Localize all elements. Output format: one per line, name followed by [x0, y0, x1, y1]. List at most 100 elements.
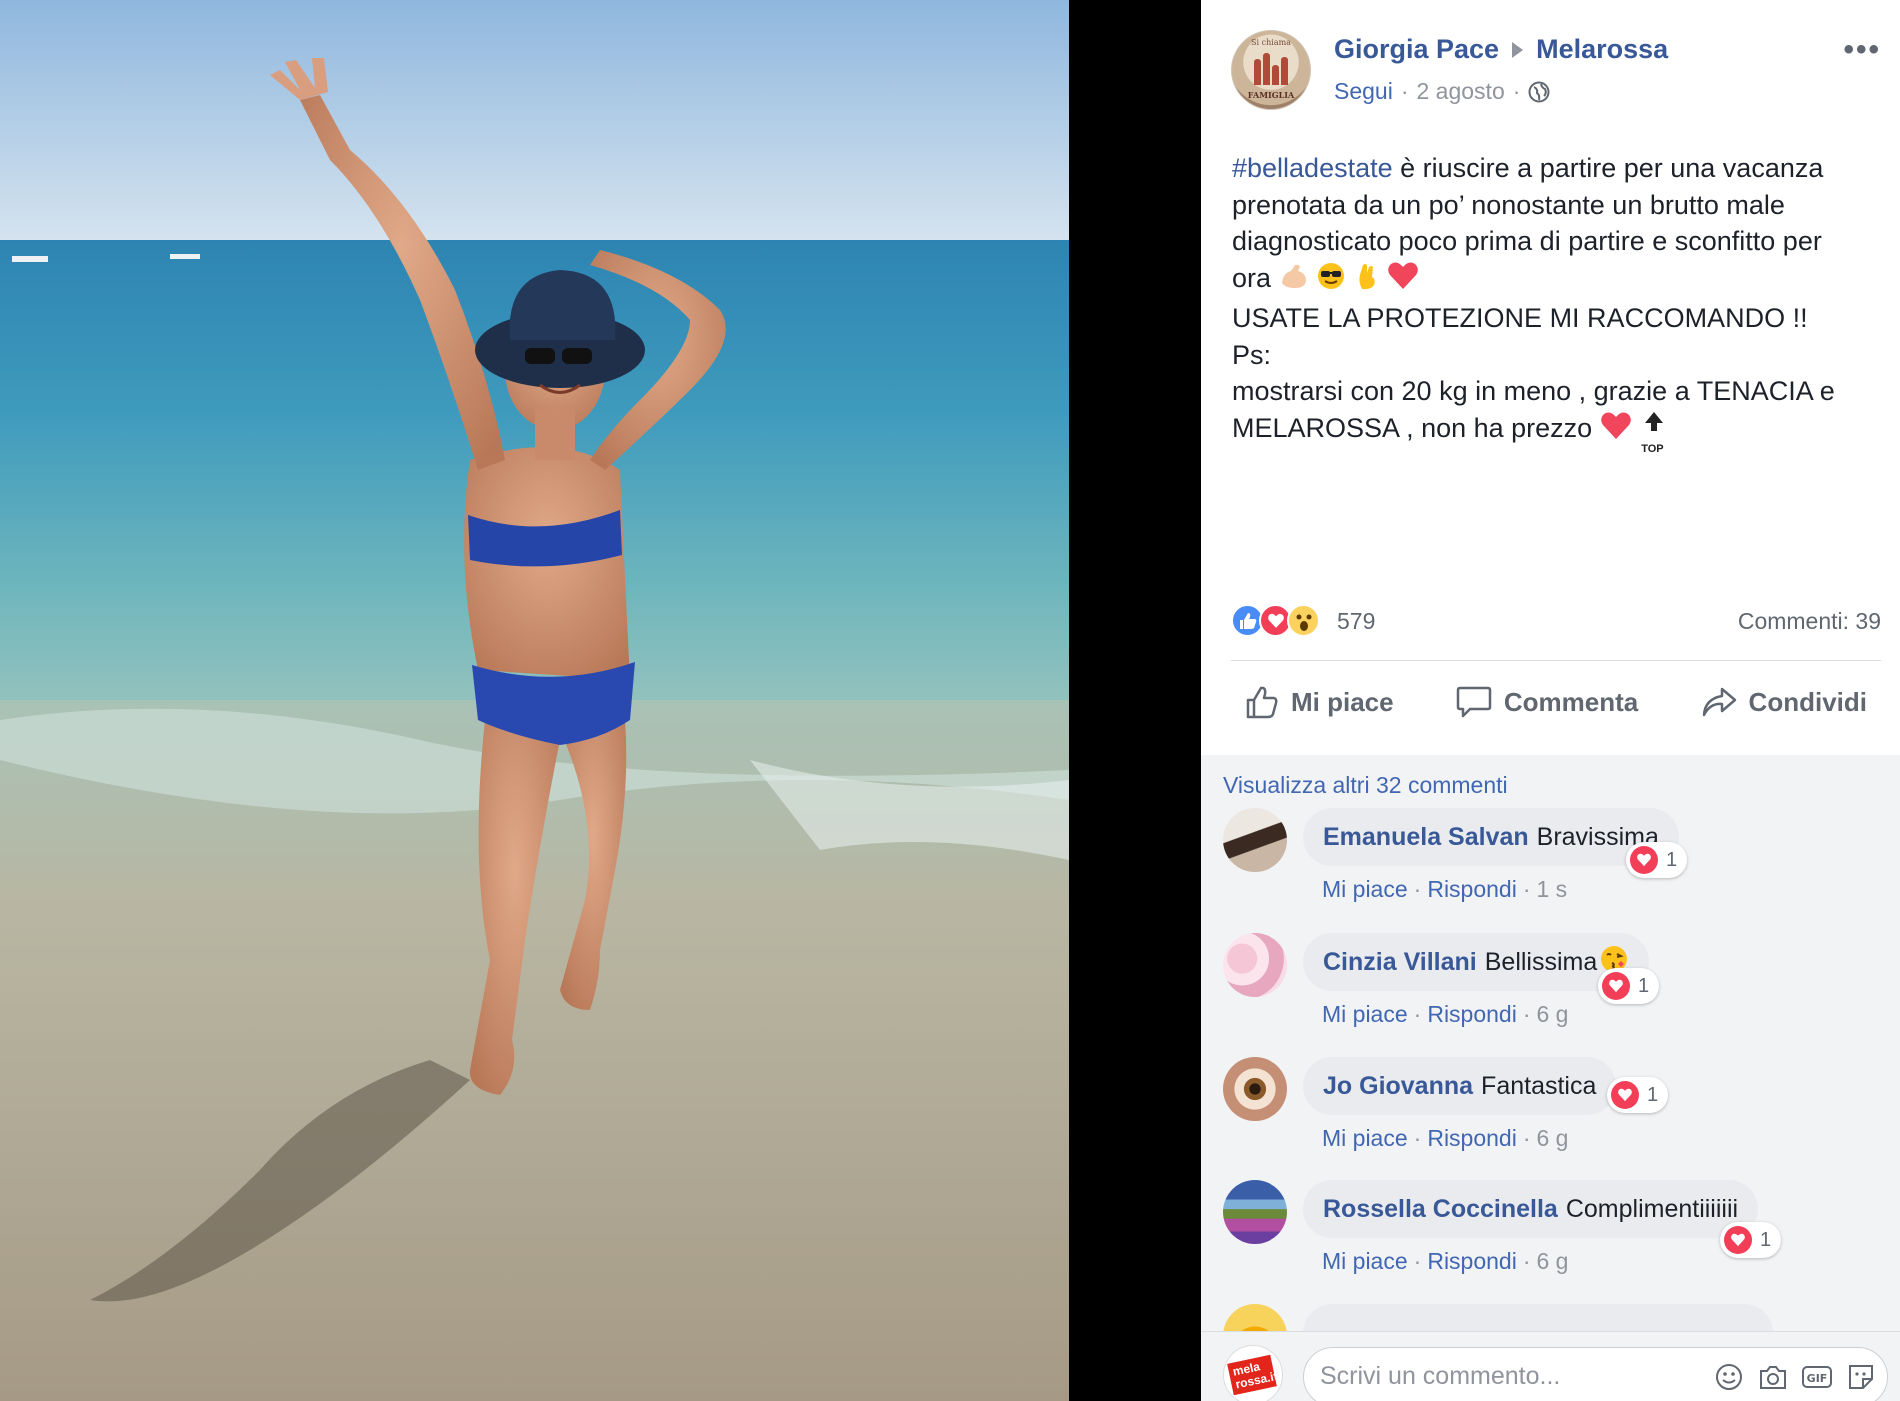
comment-like-link[interactable]: Mi piace [1322, 1248, 1408, 1274]
globe-icon[interactable] [1528, 81, 1550, 103]
comment-button-label: Commenta [1503, 686, 1639, 717]
sunglasses-face-emoji-icon [1316, 261, 1346, 301]
photo-viewer-gutter [1069, 0, 1201, 1401]
post-date[interactable]: 2 agosto [1417, 78, 1505, 105]
hashtag-link[interactable]: #belladestate [1232, 153, 1393, 183]
current-user-avatar[interactable]: mela rossa.it [1223, 1345, 1283, 1401]
top-label: TOP [1641, 442, 1664, 455]
follow-link[interactable]: Segui [1334, 78, 1393, 105]
reactions-bar: 579 Commenti: 39 [1231, 604, 1881, 638]
comments-section: Visualizza altri 32 commenti Emanuela Sa… [1201, 755, 1900, 1331]
comment-reaction-count: 1 [1760, 1228, 1772, 1251]
page-avatar[interactable]: Si chiama FAMIGLIA [1231, 30, 1311, 110]
sticker-icon[interactable] [1845, 1361, 1877, 1393]
comment-reaction-badge[interactable]: 1 [1607, 1077, 1669, 1113]
comment-meta: Mi piace · Rispondi · 6 g [1322, 1001, 1569, 1027]
gif-icon[interactable]: GIF [1801, 1361, 1833, 1393]
post-meta: Segui · 2 agosto · [1334, 78, 1550, 105]
commenter-name-link[interactable]: Rossella Coccinella [1323, 1195, 1558, 1224]
comment-bubble: Jo Giovanna Fantastica [1303, 1057, 1617, 1115]
commenter-name-link[interactable]: Jo Giovanna [1323, 1072, 1473, 1101]
author-name-link[interactable]: Giorgia Pace [1334, 34, 1499, 64]
comment-input-wrapper: GIF [1303, 1347, 1888, 1401]
like-button[interactable]: Mi piace [1231, 685, 1408, 719]
share-arrow-icon [1702, 687, 1736, 717]
post-text-line: è riuscire a partire per una vacanza [1392, 153, 1824, 183]
heart-icon [1630, 846, 1658, 874]
comment-reply-link[interactable]: Rispondi [1427, 1248, 1517, 1274]
beach-photo-image [0, 0, 1069, 1401]
heart-icon [1611, 1081, 1639, 1109]
comment-reply-link[interactable]: Rispondi [1427, 1125, 1517, 1151]
top-arrow-emoji-icon: TOP [1639, 411, 1669, 455]
reaction-icons[interactable] [1231, 604, 1320, 637]
comment-time[interactable]: 6 g [1537, 1125, 1569, 1151]
commenter-avatar[interactable] [1223, 808, 1287, 872]
commenter-avatar[interactable] [1223, 1180, 1287, 1244]
melarossa-logo: mela rossa.it [1227, 1354, 1279, 1396]
comment-like-link[interactable]: Mi piace [1322, 1001, 1408, 1027]
comment-button[interactable]: Commenta [1442, 685, 1652, 719]
share-button-label: Condividi [1748, 686, 1867, 717]
post-text-line: USATE LA PROTEZIONE MI RACCOMANDO !! [1232, 303, 1808, 333]
comment-time[interactable]: 6 g [1537, 1001, 1569, 1027]
post-text-line: Ps: [1232, 339, 1272, 370]
flexed-biceps-emoji-icon [1279, 261, 1309, 301]
divider [1231, 660, 1881, 661]
share-button[interactable]: Condividi [1687, 686, 1881, 718]
comment-reaction-badge[interactable]: 1 [1598, 968, 1660, 1004]
view-more-comments-link[interactable]: Visualizza altri 32 commenti [1223, 772, 1508, 799]
heart-icon [1724, 1226, 1752, 1254]
comment-item: Rossella Coccinella Complimentiiiiiii 1 … [1223, 1180, 1883, 1290]
comment-bubble: Rossella Coccinella Complimentiiiiiii [1303, 1180, 1759, 1238]
comment-reaction-count: 1 [1666, 848, 1678, 871]
comment-bubble-icon [1456, 686, 1492, 718]
comment-like-link[interactable]: Mi piace [1322, 876, 1408, 902]
post-text: #belladestate è riuscire a partire per u… [1232, 150, 1882, 455]
reaction-count[interactable]: 579 [1337, 608, 1375, 635]
avatar-figures [1252, 51, 1292, 85]
more-options-icon[interactable]: ••• [1843, 35, 1881, 65]
post-side-panel: Si chiama FAMIGLIA Giorgia Pace Melarossa… [1201, 0, 1900, 1401]
comment-reply-link[interactable]: Rispondi [1427, 876, 1517, 902]
crossed-fingers-emoji-icon [1354, 261, 1380, 301]
comment-input[interactable] [1320, 1360, 1680, 1392]
post-header: Si chiama FAMIGLIA Giorgia Pace Melarossa… [1231, 30, 1881, 112]
comment-reaction-badge[interactable]: 1 [1626, 842, 1688, 878]
commenter-avatar[interactable] [1223, 1304, 1287, 1331]
comment-reply-link[interactable]: Rispondi [1427, 1001, 1517, 1027]
like-button-label: Mi piace [1291, 686, 1394, 717]
comment-count[interactable]: Commenti: 39 [1738, 608, 1881, 635]
comment-bubble: Emanuela Salvan Bravissima [1303, 808, 1679, 866]
commenter-avatar[interactable] [1223, 933, 1287, 997]
camera-icon[interactable] [1757, 1361, 1789, 1393]
comment-bubble [1303, 1304, 1773, 1331]
comment-item: Emanuela Salvan Bravissima 1 Mi piace · Ri… [1223, 808, 1883, 918]
comment-time[interactable]: 6 g [1537, 1248, 1569, 1274]
comment-time[interactable]: 1 s [1537, 876, 1568, 902]
comment-like-link[interactable]: Mi piace [1322, 1125, 1408, 1151]
comment-text: Bellissima [1484, 947, 1598, 976]
smiley-icon[interactable] [1713, 1361, 1745, 1393]
commenter-avatar[interactable] [1223, 1057, 1287, 1121]
post-text-line: ora [1232, 262, 1272, 293]
comment-text: Fantastica [1481, 1071, 1597, 1100]
thumbs-up-icon [1246, 686, 1278, 719]
page-name-link[interactable]: Melarossa [1536, 34, 1668, 64]
heart-icon [1602, 972, 1630, 1000]
comment-meta: Mi piace · Rispondi · 6 g [1322, 1248, 1569, 1274]
comment-item [1223, 1304, 1883, 1331]
comment-item: Jo Giovanna Fantastica 1 Mi piace · Rispon… [1223, 1057, 1883, 1167]
comment-reaction-badge[interactable]: 1 [1720, 1222, 1782, 1258]
composer-icons: GIF [1713, 1361, 1877, 1393]
comment-text: Complimentiiiiiii [1565, 1194, 1739, 1223]
svg-text:GIF: GIF [1807, 1372, 1828, 1385]
post-photo[interactable] [0, 0, 1069, 1401]
wow-reaction-icon [1287, 604, 1320, 637]
comment-composer: mela rossa.it GIF [1201, 1331, 1900, 1401]
commenter-name-link[interactable]: Cinzia Villani [1323, 948, 1477, 977]
post-text-line: MELAROSSA , non ha prezzo [1232, 412, 1593, 443]
commenter-name-link[interactable]: Emanuela Salvan [1323, 823, 1529, 852]
comment-reaction-count: 1 [1638, 974, 1650, 997]
avatar-caption-top: Si chiama [1251, 38, 1291, 47]
